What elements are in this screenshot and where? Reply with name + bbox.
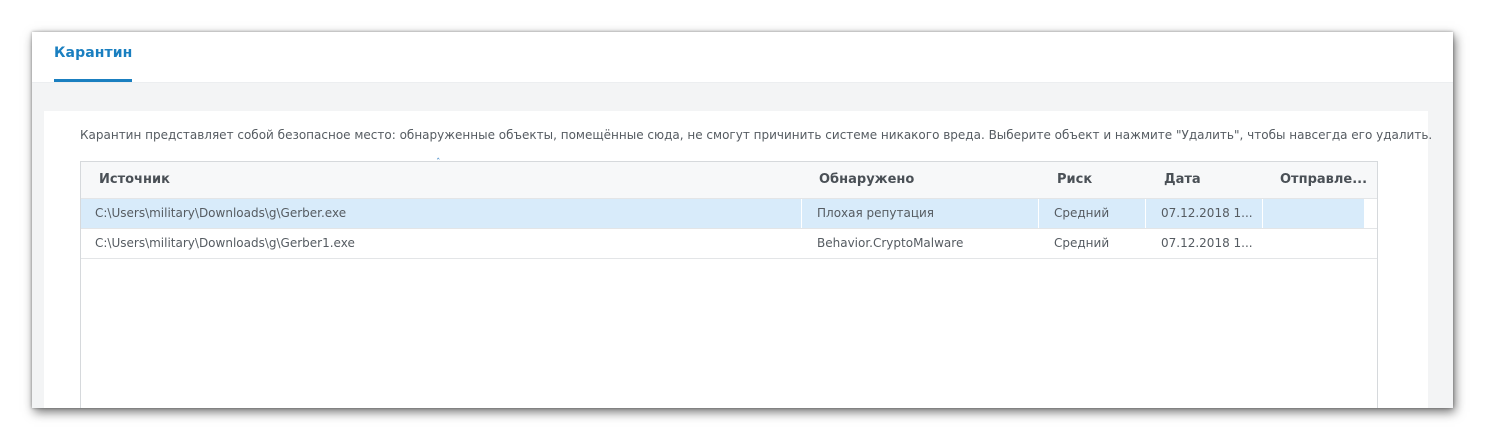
- cell-risk: Средний: [1054, 236, 1110, 250]
- tab-quarantine[interactable]: Карантин: [54, 32, 133, 82]
- table-row[interactable]: C:\Users\military\Downloads\g\Gerber1.ex…: [81, 229, 1377, 259]
- sort-indicator-icon: ˆ: [436, 158, 441, 168]
- cell-date: 07.12.2018 1...: [1161, 206, 1253, 220]
- cell-source: C:\Users\military\Downloads\g\Gerber.exe: [95, 206, 347, 220]
- cell-sent: [1279, 229, 1364, 258]
- table-row[interactable]: C:\Users\military\Downloads\g\Gerber.exe…: [81, 199, 1377, 229]
- cell-detected: Behavior.CryptoMalware: [817, 236, 964, 250]
- column-separator: [801, 199, 802, 228]
- column-separator: [1262, 199, 1263, 228]
- tab-quarantine-label: Карантин: [54, 45, 133, 61]
- column-header-detected[interactable]: Обнаружено: [819, 162, 1029, 198]
- column-header-sent[interactable]: Отправле...: [1280, 162, 1370, 198]
- cell-sent: [1279, 199, 1364, 228]
- column-header-date[interactable]: Дата: [1164, 162, 1264, 198]
- column-separator: [1038, 199, 1039, 228]
- quarantine-window: Карантин Карантин представляет собой без…: [32, 32, 1453, 408]
- quarantine-table[interactable]: Источник ˆ Обнаружено Риск Дата Отправле…: [80, 158, 1378, 408]
- cell-detected: Плохая репутация: [817, 206, 934, 220]
- cell-source: C:\Users\military\Downloads\g\Gerber1.ex…: [95, 236, 355, 250]
- cell-date: 07.12.2018 1...: [1161, 236, 1253, 250]
- active-tab-indicator: [54, 79, 133, 82]
- column-header-risk[interactable]: Риск: [1057, 162, 1147, 198]
- table-header: Источник ˆ Обнаружено Риск Дата Отправле…: [81, 158, 1377, 199]
- column-header-source[interactable]: Источник: [99, 162, 799, 198]
- cell-risk: Средний: [1054, 206, 1110, 220]
- tab-bar: Карантин: [32, 32, 1453, 83]
- quarantine-description: Карантин представляет собой безопасное м…: [80, 128, 1433, 142]
- column-separator: [1145, 199, 1146, 228]
